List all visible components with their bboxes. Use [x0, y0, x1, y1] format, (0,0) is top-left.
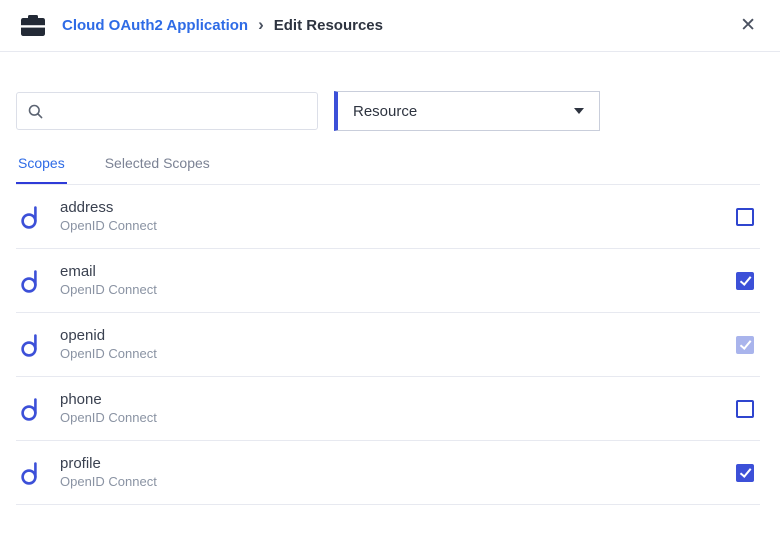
tab-selected-scopes[interactable]: Selected Scopes	[103, 155, 212, 184]
tab-bar: Scopes Selected Scopes	[16, 155, 760, 184]
chevron-down-icon	[574, 108, 584, 114]
scope-text: address OpenID Connect	[60, 199, 157, 234]
scope-row-openid: openid OpenID Connect	[16, 313, 760, 377]
scope-checkbox-email[interactable]	[736, 272, 754, 290]
breadcrumb-separator-icon: ›	[258, 16, 264, 33]
scope-type: OpenID Connect	[60, 410, 157, 426]
scope-name: openid	[60, 327, 157, 346]
app-logo-icon	[20, 15, 46, 37]
scope-checkbox-profile[interactable]	[736, 464, 754, 482]
edit-resources-dialog: Cloud OAuth2 Application › Edit Resource…	[0, 0, 780, 557]
scope-checkbox-address[interactable]	[736, 208, 754, 226]
openid-scope-icon	[20, 460, 44, 486]
scope-name: address	[60, 199, 157, 218]
scope-type: OpenID Connect	[60, 474, 157, 490]
resource-select[interactable]: Resource	[334, 91, 600, 131]
scope-text: phone OpenID Connect	[60, 391, 157, 426]
breadcrumb: Cloud OAuth2 Application › Edit Resource…	[62, 17, 383, 34]
breadcrumb-link-cloud-oauth2-application[interactable]: Cloud OAuth2 Application	[62, 17, 248, 34]
tab-scopes[interactable]: Scopes	[16, 155, 67, 184]
scope-name: profile	[60, 455, 157, 474]
search-box	[16, 92, 318, 130]
dialog-header: Cloud OAuth2 Application › Edit Resource…	[0, 0, 780, 52]
scope-row-phone: phone OpenID Connect	[16, 377, 760, 441]
page-title: Edit Resources	[274, 17, 383, 34]
openid-scope-icon	[20, 268, 44, 294]
openid-scope-icon	[20, 204, 44, 230]
scope-checkbox-openid	[736, 336, 754, 354]
openid-scope-icon	[20, 396, 44, 422]
scope-list: address OpenID Connect email OpenID Conn…	[16, 184, 760, 505]
scope-type: OpenID Connect	[60, 218, 157, 234]
scope-row-address: address OpenID Connect	[16, 185, 760, 249]
search-input[interactable]	[52, 103, 306, 119]
close-icon[interactable]: ✕	[736, 12, 760, 39]
scope-row-email: email OpenID Connect	[16, 249, 760, 313]
scope-text: openid OpenID Connect	[60, 327, 157, 362]
scope-name: email	[60, 263, 157, 282]
scope-type: OpenID Connect	[60, 346, 157, 362]
scope-name: phone	[60, 391, 157, 410]
resource-select-value: Resource	[353, 103, 417, 120]
scope-type: OpenID Connect	[60, 282, 157, 298]
scope-row-profile: profile OpenID Connect	[16, 441, 760, 505]
toolbar: Resource	[16, 92, 760, 131]
scope-checkbox-phone[interactable]	[736, 400, 754, 418]
search-icon	[28, 104, 43, 119]
openid-scope-icon	[20, 332, 44, 358]
scope-text: email OpenID Connect	[60, 263, 157, 298]
scope-text: profile OpenID Connect	[60, 455, 157, 490]
